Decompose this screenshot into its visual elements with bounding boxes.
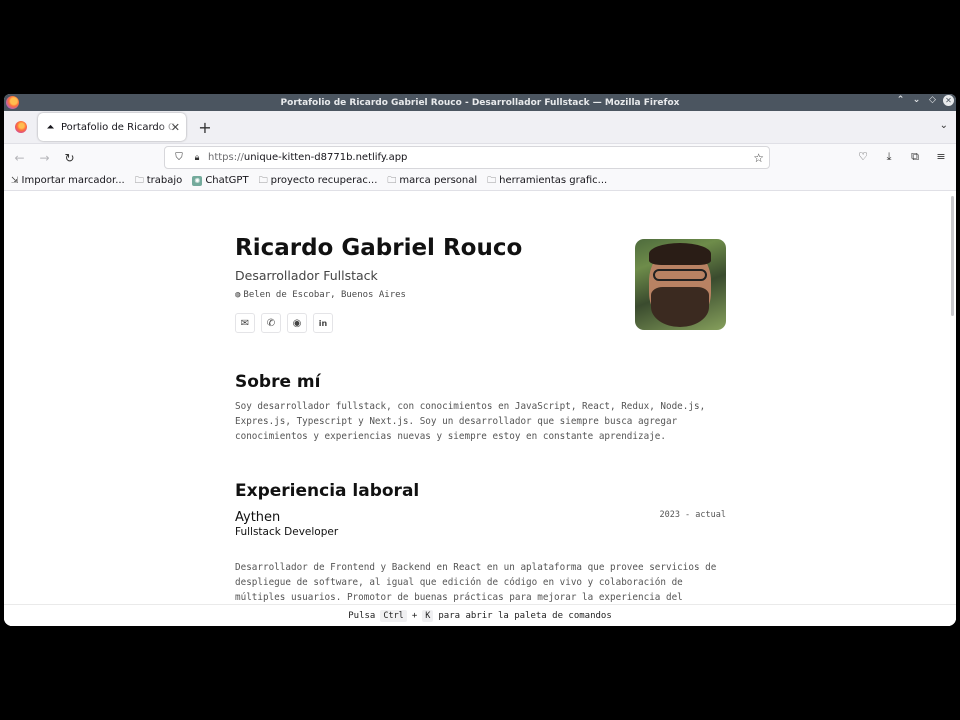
close-window-icon[interactable]: ✕ bbox=[943, 95, 954, 106]
firefox-logo-icon bbox=[6, 96, 19, 109]
profile-name: Ricardo Gabriel Rouco bbox=[235, 235, 523, 261]
forward-button[interactable]: → bbox=[32, 151, 57, 165]
chatgpt-icon: ✺ bbox=[192, 175, 203, 186]
extensions-icon[interactable]: ⧉ bbox=[908, 150, 922, 164]
bookmark-folder-proyecto[interactable]: 🗀︎ proyecto recuperac... bbox=[259, 173, 378, 189]
bookmark-folder-marca[interactable]: 🗀︎ marca personal bbox=[387, 173, 477, 189]
about-text: Soy desarrollador fullstack, con conocim… bbox=[235, 401, 706, 442]
lock-icon[interactable]: 🔒︎ bbox=[191, 153, 203, 163]
tab-title: Portafolio de Ricardo Gabriel Rouco - De… bbox=[61, 121, 176, 133]
folder-icon: 🗀︎ bbox=[258, 175, 268, 186]
title-bar: Portafolio de Ricardo Gabriel Rouco - De… bbox=[4, 94, 956, 111]
ctrl-key: Ctrl bbox=[380, 609, 407, 622]
experience-title: Experiencia laboral bbox=[235, 481, 420, 501]
tracking-protection-icon[interactable]: ⛉ bbox=[173, 152, 185, 163]
url-bar[interactable]: ⛉ 🔒︎ https://unique-kitten-d8771b.netlif… bbox=[164, 146, 770, 169]
reload-button[interactable]: ↻ bbox=[57, 151, 82, 165]
tab-close-icon[interactable]: ✕ bbox=[171, 121, 180, 134]
toolbar-right: ♡ ⤓ ⧉ ≡ bbox=[856, 150, 948, 164]
keep-above-icon[interactable]: ⌃ bbox=[895, 95, 906, 106]
site-favicon-icon: ⏶ bbox=[46, 121, 55, 133]
folder-icon: 🗀︎ bbox=[387, 175, 397, 186]
back-button[interactable]: ← bbox=[7, 151, 32, 165]
window-title: Portafolio de Ricardo Gabriel Rouco - De… bbox=[280, 97, 680, 108]
minimize-icon[interactable]: ⌄ bbox=[911, 95, 922, 106]
tab-bar: ⏶ Portafolio de Ricardo Gabriel Rouco - … bbox=[4, 111, 956, 144]
job-dates: 2023 - actual bbox=[659, 510, 726, 520]
bookmark-folder-herramientas[interactable]: 🗀︎ herramientas grafic... bbox=[487, 173, 607, 189]
folder-icon: 🗀︎ bbox=[134, 175, 144, 186]
navigation-bar: ← → ↻ ⛉ 🔒︎ https://unique-kitten-d8771b.… bbox=[4, 144, 956, 171]
pocket-icon[interactable]: ♡ bbox=[856, 150, 870, 164]
window-controls: ⌃ ⌄ ◇ ✕ bbox=[895, 95, 954, 106]
menu-icon[interactable]: ≡ bbox=[934, 150, 948, 164]
linkedin-icon[interactable]: in bbox=[313, 313, 333, 333]
bookmark-star-icon[interactable]: ☆ bbox=[753, 151, 764, 165]
job-company: Aythen bbox=[235, 510, 281, 525]
avatar bbox=[635, 239, 726, 330]
job-position: Fullstack Developer bbox=[235, 526, 339, 538]
bookmark-import[interactable]: ⇲ Importar marcador... bbox=[11, 175, 125, 186]
profile-role: Desarrollador Fullstack bbox=[235, 268, 378, 283]
downloads-icon[interactable]: ⤓ bbox=[882, 150, 896, 164]
url-text[interactable]: https://unique-kitten-d8771b.netlify.app bbox=[208, 152, 407, 163]
job-description: Desarrollador de Frontend y Backend en R… bbox=[235, 562, 717, 603]
new-tab-button[interactable]: + bbox=[196, 118, 214, 137]
firefox-view-icon bbox=[15, 121, 27, 133]
bookmarks-toolbar: ⇲ Importar marcador... 🗀︎ trabajo ✺ ChatGPT… bbox=[4, 171, 956, 191]
firefox-view-button[interactable] bbox=[8, 114, 34, 140]
profile-location: ◍ Belen de Escobar, Buenos Aires bbox=[235, 290, 406, 300]
bookmark-folder-trabajo[interactable]: 🗀︎ trabajo bbox=[135, 173, 183, 189]
about-title: Sobre mí bbox=[235, 372, 321, 392]
mail-icon[interactable]: ✉ bbox=[235, 313, 255, 333]
github-icon[interactable]: ◉ bbox=[287, 313, 307, 333]
page-content: Ricardo Gabriel Rouco Desarrollador Full… bbox=[4, 192, 956, 626]
folder-icon: 🗀︎ bbox=[487, 175, 497, 186]
contact-links: ✉ ✆ ◉ in bbox=[235, 313, 333, 333]
page-scrollbar[interactable] bbox=[951, 196, 954, 316]
phone-icon[interactable]: ✆ bbox=[261, 313, 281, 333]
list-all-tabs-icon[interactable]: ⌄ bbox=[940, 120, 948, 131]
browser-window: Portafolio de Ricardo Gabriel Rouco - De… bbox=[4, 94, 956, 626]
bookmark-chatgpt[interactable]: ✺ ChatGPT bbox=[192, 175, 249, 186]
tab-portfolio[interactable]: ⏶ Portafolio de Ricardo Gabriel Rouco - … bbox=[38, 113, 186, 141]
maximize-icon[interactable]: ◇ bbox=[927, 95, 938, 106]
import-icon: ⇲ bbox=[11, 175, 19, 186]
command-palette-hint: Pulsa Ctrl + K para abrir la paleta de c… bbox=[4, 604, 956, 626]
globe-icon: ◍ bbox=[235, 290, 241, 300]
k-key: K bbox=[422, 609, 434, 622]
